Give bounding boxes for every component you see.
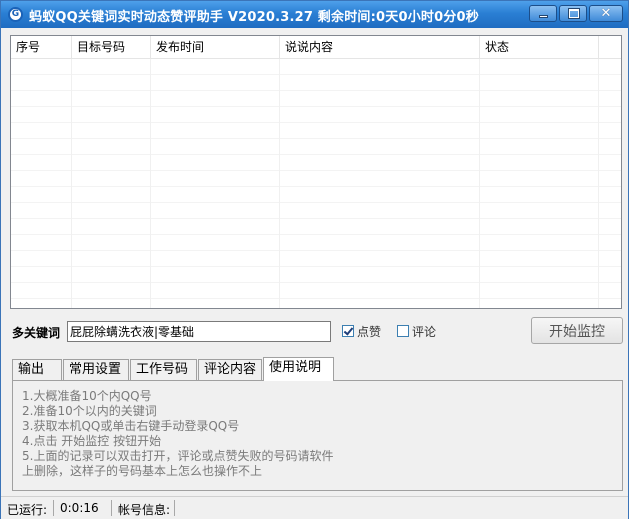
tab-instructions[interactable]: 使用说明 <box>263 357 334 381</box>
column-header-content[interactable]: 说说内容 <box>280 36 480 58</box>
start-monitor-button[interactable]: 开始监控 <box>531 317 623 344</box>
status-bar: 已运行: 0:0:16 帐号信息: <box>1 496 628 519</box>
instruction-line: 3.获取本机QQ或单击右键手动登录QQ号 <box>22 419 240 433</box>
status-separator <box>174 500 175 516</box>
minimize-icon <box>539 15 548 18</box>
instruction-line: 1.大概准备10个内QQ号 <box>22 389 152 403</box>
instructions-panel: 1.大概准备10个内QQ号 2.准备10个以内的关键词 3.获取本机QQ或单击右… <box>12 380 623 491</box>
like-checkbox-box[interactable] <box>342 325 354 337</box>
tab-comment-content[interactable]: 评论内容 <box>198 359 262 380</box>
instructions-list: 1.大概准备10个内QQ号 2.准备10个以内的关键词 3.获取本机QQ或单击右… <box>22 389 333 479</box>
comment-checkbox-label[interactable]: 评论 <box>412 323 436 340</box>
account-info-label: 帐号信息: <box>118 503 171 517</box>
running-time-value: 0:0:16 <box>60 501 99 515</box>
instruction-line: 2.准备10个以内的关键词 <box>22 404 157 418</box>
results-table[interactable]: 序号 目标号码 发布时间 说说内容 状态 <box>10 35 622 309</box>
like-checkbox[interactable]: 点赞 <box>342 323 381 339</box>
instruction-line: 5.上面的记录可以双击打开，评论或点赞失败的号码请软件 <box>22 449 334 463</box>
status-separator <box>53 500 54 516</box>
comment-checkbox[interactable]: 评论 <box>397 323 436 339</box>
tab-common-settings[interactable]: 常用设置 <box>63 359 129 380</box>
instruction-line: 上删除，这样子的号码基本上怎么也操作不上 <box>22 464 263 478</box>
column-divider <box>479 59 480 308</box>
column-divider <box>71 59 72 308</box>
keyword-input[interactable] <box>67 321 331 342</box>
keyword-label: 多关键词 <box>12 326 61 340</box>
column-header-status[interactable]: 状态 <box>480 36 599 58</box>
app-logo-icon: G <box>8 7 23 22</box>
status-separator <box>111 500 112 516</box>
close-icon: ✕ <box>600 6 612 21</box>
comment-checkbox-box[interactable] <box>397 325 409 337</box>
tab-output[interactable]: 输出 <box>12 359 62 380</box>
instruction-line: 4.点击 开始监控 按钮开始 <box>22 434 162 448</box>
maximize-icon <box>569 9 579 18</box>
column-divider <box>150 59 151 308</box>
like-checkbox-label[interactable]: 点赞 <box>357 323 381 340</box>
column-divider <box>279 59 280 308</box>
maximize-button[interactable] <box>559 5 587 22</box>
column-header-target-number[interactable]: 目标号码 <box>72 36 151 58</box>
close-button[interactable]: ✕ <box>589 5 623 22</box>
minimize-button[interactable] <box>529 5 557 22</box>
tab-work-numbers[interactable]: 工作号码 <box>130 359 197 380</box>
running-time-label: 已运行: <box>7 503 48 517</box>
column-header-publish-time[interactable]: 发布时间 <box>151 36 280 58</box>
table-body[interactable] <box>11 59 621 308</box>
main-window: G 蚂蚁QQ关键词实时动态赞评助手 V2020.3.27 剩余时间:0天0小时0… <box>0 0 629 519</box>
column-divider <box>598 59 599 308</box>
window-title: 蚂蚁QQ关键词实时动态赞评助手 V2020.3.27 剩余时间:0天0小时0分0… <box>29 10 479 25</box>
column-header-index[interactable]: 序号 <box>11 36 72 58</box>
title-bar[interactable]: G 蚂蚁QQ关键词实时动态赞评助手 V2020.3.27 剩余时间:0天0小时0… <box>1 1 628 28</box>
table-header: 序号 目标号码 发布时间 说说内容 状态 <box>11 36 621 59</box>
